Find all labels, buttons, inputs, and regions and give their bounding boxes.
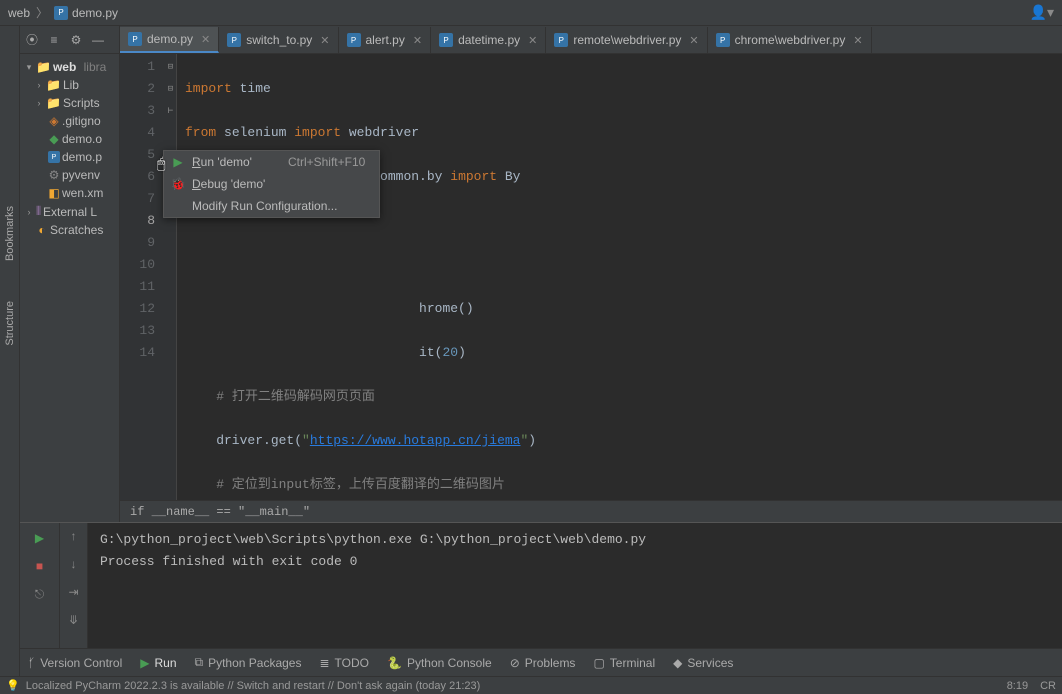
close-icon[interactable]: ✕ <box>689 34 698 47</box>
tool-run[interactable]: ▶Run <box>140 656 176 670</box>
menu-run[interactable]: ▶Run 'demo'Ctrl+Shift+F10 <box>164 151 379 173</box>
select-opened-icon[interactable]: ⦿ <box>24 32 40 48</box>
line-gutter[interactable]: 1234567891011121314 <box>120 54 165 500</box>
status-message[interactable]: Localized PyCharm 2022.2.3 is available … <box>26 680 481 692</box>
editor-breadcrumb[interactable]: if __name__ == "__main__" <box>120 500 1062 522</box>
run-actions: ▶ ■ ⎋ <box>20 523 60 648</box>
wrap-icon[interactable]: ⇥ <box>68 585 78 599</box>
status-bar: 💡 Localized PyCharm 2022.2.3 is availabl… <box>0 676 1062 694</box>
todo-icon: ≣ <box>319 656 329 670</box>
breadcrumb-sep: 〉 <box>36 4 48 21</box>
left-tool-rail: Bookmarks Structure <box>0 26 20 676</box>
hide-icon[interactable]: — <box>90 32 106 48</box>
tree-scripts[interactable]: ›📁Scripts <box>20 94 119 112</box>
python-file-icon <box>716 33 730 47</box>
run-icon: ▶ <box>140 656 149 670</box>
stop-button[interactable]: ■ <box>31 557 49 575</box>
tree-scratches[interactable]: ◐Scratches <box>20 221 119 239</box>
python-file-icon <box>554 33 568 47</box>
up-icon[interactable]: ↑ <box>71 529 77 543</box>
project-tree: ▾📁web libra ›📁Lib ›📁Scripts ◈.gitigno ◆d… <box>20 54 119 243</box>
tab-switch-to[interactable]: switch_to.py✕ <box>219 27 338 53</box>
down-icon[interactable]: ↓ <box>71 557 77 571</box>
breadcrumb-root[interactable]: web <box>8 6 30 20</box>
tree-pyvenv[interactable]: ⚙pyvenv <box>20 166 119 184</box>
run-sub-actions: ↑ ↓ ⇥ ⤋ <box>60 523 88 648</box>
terminal-icon: ▢ <box>593 656 604 670</box>
tree-demo-c[interactable]: ◆demo.o <box>20 130 119 148</box>
bug-icon: 🐞 <box>170 177 186 191</box>
tree-wen[interactable]: ◧wen.xm <box>20 184 119 202</box>
tool-python-console[interactable]: 🐍Python Console <box>387 656 492 670</box>
editor: demo.py✕ switch_to.py✕ alert.py✕ datetim… <box>120 26 1062 522</box>
fold-gutter[interactable]: ⊟⊟⊢ <box>165 54 177 500</box>
scroll-icon[interactable]: ⤋ <box>68 613 78 627</box>
code-area[interactable]: 1234567891011121314 ⊟⊟⊢ import time from… <box>120 54 1062 500</box>
python-file-icon <box>128 32 142 46</box>
tab-remote-webdriver[interactable]: remote\webdriver.py✕ <box>546 27 707 53</box>
tree-demo-p[interactable]: demo.p <box>20 148 119 166</box>
python-file-icon <box>54 6 68 20</box>
close-icon[interactable]: ✕ <box>201 33 210 46</box>
status-caret-pos[interactable]: 8:19 <box>1007 680 1028 692</box>
tool-services[interactable]: ◆Services <box>673 656 733 670</box>
problems-icon: ⊘ <box>510 656 520 670</box>
tab-chrome-webdriver[interactable]: chrome\webdriver.py✕ <box>708 27 872 53</box>
tool-terminal[interactable]: ▢Terminal <box>593 656 655 670</box>
tab-datetime[interactable]: datetime.py✕ <box>431 27 546 53</box>
mouse-cursor: 🖱 <box>157 155 165 172</box>
run-tool-window: ▶ ■ ⎋ ↑ ↓ ⇥ ⤋ G:\python_project\web\Scri… <box>20 522 1062 648</box>
tree-root[interactable]: ▾📁web libra <box>20 58 119 76</box>
tool-todo[interactable]: ≣TODO <box>319 656 369 670</box>
status-encoding[interactable]: CR <box>1040 680 1056 692</box>
user-icon[interactable]: 👤▾ <box>1030 4 1054 21</box>
tool-problems[interactable]: ⊘Problems <box>510 656 576 670</box>
close-icon[interactable]: ✕ <box>413 34 422 47</box>
tool-version-control[interactable]: ᚶVersion Control <box>28 656 122 670</box>
package-icon: ⧉ <box>195 655 204 670</box>
menu-modify[interactable]: Modify Run Configuration... <box>164 195 379 217</box>
close-icon[interactable]: ✕ <box>853 34 862 47</box>
tab-alert[interactable]: alert.py✕ <box>339 27 432 53</box>
close-icon[interactable]: ✕ <box>528 34 537 47</box>
python-file-icon <box>347 33 361 47</box>
branch-icon: ᚶ <box>28 656 35 670</box>
python-file-icon <box>227 33 241 47</box>
tree-lib[interactable]: ›📁Lib <box>20 76 119 94</box>
menu-debug[interactable]: 🐞Debug 'demo' <box>164 173 379 195</box>
settings-icon[interactable]: ⚙ <box>68 32 84 48</box>
run-output[interactable]: G:\python_project\web\Scripts\python.exe… <box>88 523 1062 648</box>
exit-button[interactable]: ⎋ <box>31 585 49 603</box>
code-content[interactable]: import time from selenium import webdriv… <box>177 54 1062 500</box>
console-icon: 🐍 <box>387 656 402 670</box>
sidebar-tab-bookmarks[interactable]: Bookmarks <box>4 206 16 261</box>
project-tool-window: ⦿ ≡ ⚙ — ▾📁web libra ›📁Lib ›📁Scripts ◈.gi… <box>20 26 120 522</box>
tree-external[interactable]: ›⫴External L <box>20 202 119 221</box>
sidebar-tab-structure[interactable]: Structure <box>4 301 16 346</box>
expand-all-icon[interactable]: ≡ <box>46 32 62 48</box>
tab-demo[interactable]: demo.py✕ <box>120 27 219 53</box>
close-icon[interactable]: ✕ <box>320 34 329 47</box>
bottom-tool-bar: ᚶVersion Control ▶Run ⧉Python Packages ≣… <box>20 648 1062 676</box>
services-icon: ◆ <box>673 656 682 670</box>
breadcrumb-file[interactable]: demo.py <box>72 6 118 20</box>
run-icon: ▶ <box>170 155 186 169</box>
context-menu: ▶Run 'demo'Ctrl+Shift+F10 🐞Debug 'demo' … <box>163 150 380 218</box>
tree-gitignore[interactable]: ◈.gitigno <box>20 112 119 130</box>
editor-tabs: demo.py✕ switch_to.py✕ alert.py✕ datetim… <box>120 26 1062 54</box>
navigation-bar: web 〉 demo.py 👤▾ <box>0 0 1062 26</box>
project-header: ⦿ ≡ ⚙ — <box>20 26 119 54</box>
rerun-button[interactable]: ▶ <box>31 529 49 547</box>
python-file-icon <box>439 33 453 47</box>
tool-python-packages[interactable]: ⧉Python Packages <box>195 655 302 670</box>
status-tip-icon[interactable]: 💡 <box>6 679 20 692</box>
